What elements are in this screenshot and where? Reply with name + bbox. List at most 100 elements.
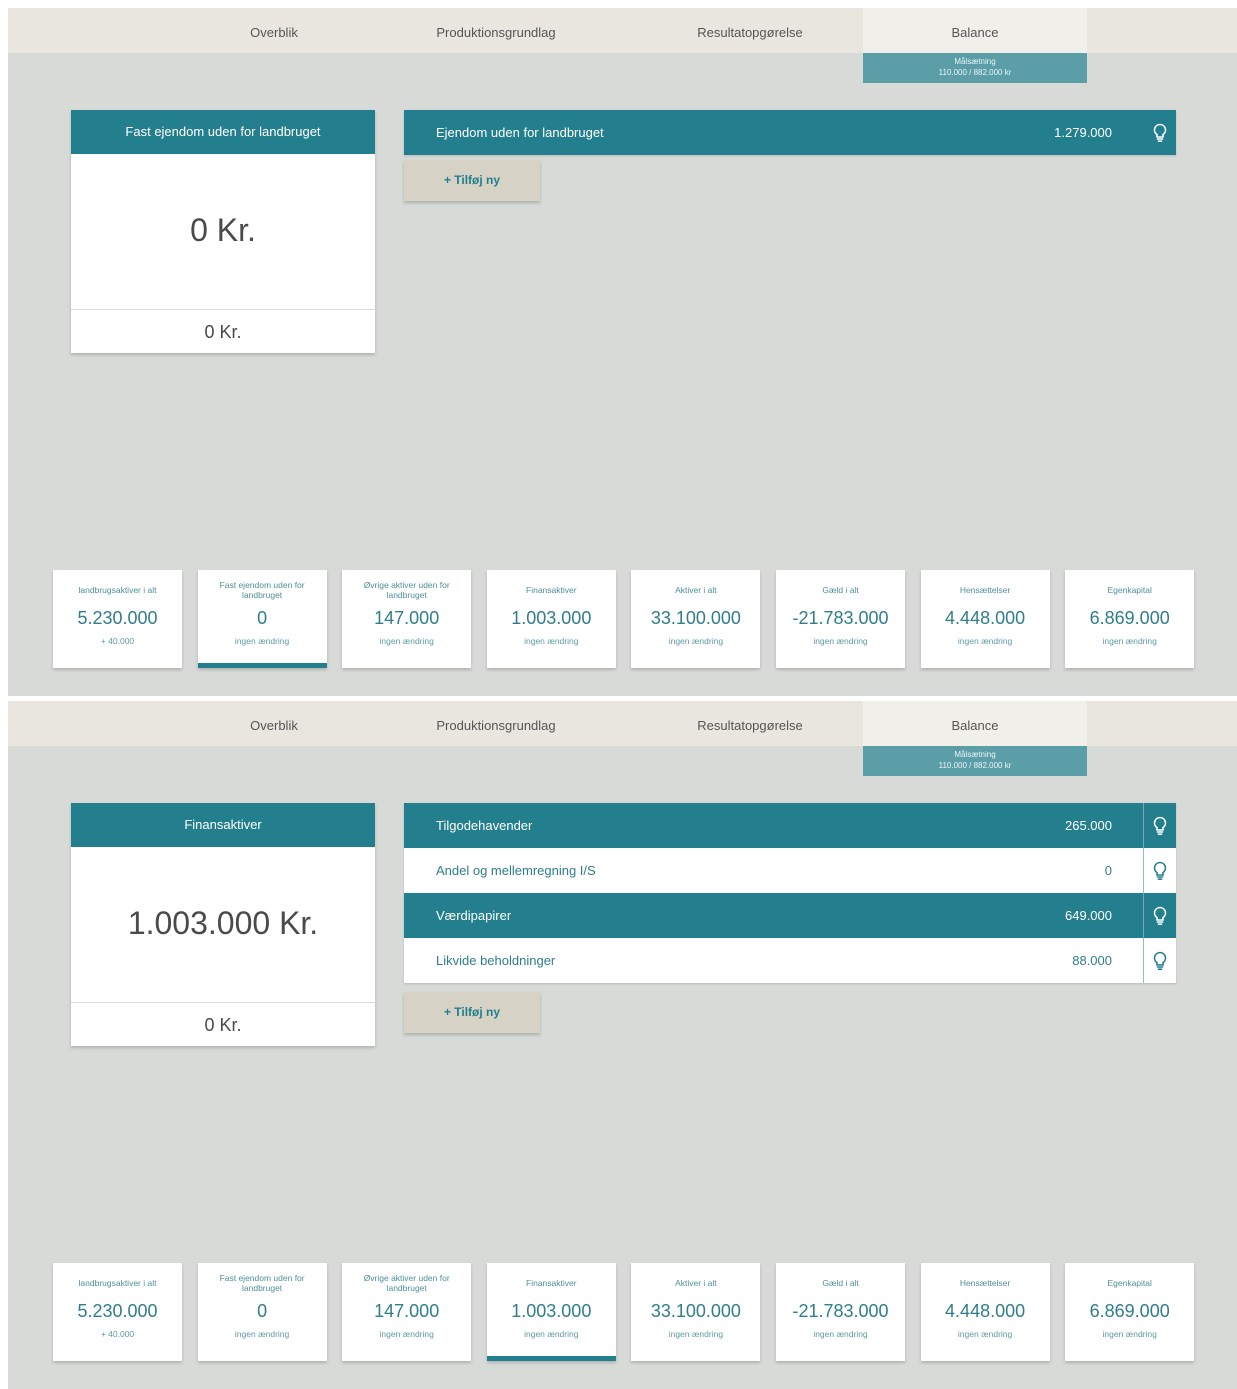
- kpi-strip: landbrugsaktiver i alt 5.230.000 + 40.000 F…: [53, 570, 1195, 668]
- kpi-value: 5.230.000: [77, 608, 158, 628]
- kpi-label: landbrugsaktiver i alt: [78, 585, 157, 595]
- kpi-card[interactable]: Fast ejendom uden for landbruget 0 ingen æ…: [197, 570, 327, 668]
- kpi-active-indicator: [486, 1356, 616, 1361]
- kpi-label: Hensættelser: [959, 1278, 1011, 1288]
- asset-row[interactable]: Tilgodehavender 265.000: [404, 803, 1176, 848]
- kpi-card[interactable]: Øvrige aktiver uden for landbruget 147.00…: [342, 570, 472, 668]
- kpi-change: ingen ændring: [813, 1329, 868, 1339]
- kpi-card[interactable]: Gæld i alt -21.783.000 ingen ændring: [776, 570, 905, 668]
- lightbulb-icon[interactable]: [1143, 938, 1176, 983]
- kpi-card[interactable]: Egenkapital 6.869.000 ingen ændring: [1065, 1263, 1195, 1361]
- kpi-change: ingen ændring: [957, 636, 1013, 646]
- kpi-change: + 40.000: [100, 1329, 135, 1339]
- lightbulb-icon[interactable]: [1143, 110, 1176, 155]
- summary-footer: 0 Kr.: [71, 309, 375, 353]
- summary-footer: 0 Kr.: [71, 1002, 375, 1046]
- tab-produktionsgrundlag[interactable]: Produktionsgrundlag: [404, 701, 588, 746]
- kpi-change: ingen ændring: [1102, 636, 1157, 646]
- tab-resultatopgorelse[interactable]: Resultatopgørelse: [658, 701, 842, 746]
- kpi-card[interactable]: Øvrige aktiver uden for landbruget 147.00…: [342, 1263, 472, 1361]
- kpi-card[interactable]: landbrugsaktiver i alt 5.230.000 + 40.000: [53, 1263, 182, 1361]
- tab-bar: Overblik Produktionsgrundlag Resultatopg…: [8, 701, 1237, 746]
- goal-title: Målsætning: [954, 57, 996, 66]
- kpi-value: 1.003.000: [511, 608, 592, 628]
- kpi-card[interactable]: Gæld i alt -21.783.000 ingen ændring: [776, 1263, 905, 1361]
- asset-list: Ejendom uden for landbruget 1.279.000 + …: [404, 110, 1176, 201]
- kpi-value: 4.448.000: [945, 1301, 1026, 1321]
- kpi-value: 147.000: [374, 1301, 440, 1321]
- kpi-card[interactable]: Hensættelser 4.448.000 ingen ændring: [920, 1263, 1050, 1361]
- kpi-label: Fast ejendom uden for landbruget: [219, 1273, 305, 1293]
- asset-row-label: Likvide beholdninger: [436, 953, 556, 968]
- kpi-card[interactable]: Finansaktiver 1.003.000 ingen ændring: [486, 570, 616, 668]
- kpi-change: ingen ændring: [234, 1329, 290, 1339]
- kpi-value: -21.783.000: [792, 1301, 889, 1321]
- kpi-card[interactable]: landbrugsaktiver i alt 5.230.000 + 40.000: [53, 570, 182, 668]
- kpi-value: 1.003.000: [511, 1301, 592, 1321]
- balance-panel-2: Overblik Produktionsgrundlag Resultatopg…: [8, 701, 1237, 1389]
- kpi-change: ingen ændring: [813, 636, 868, 646]
- goal-badge: Målsætning 110.000 / 882.000 kr: [863, 53, 1087, 83]
- asset-row-amount: 265.000: [1065, 818, 1112, 833]
- kpi-value: 6.869.000: [1089, 608, 1170, 628]
- kpi-label: Øvrige aktiver uden for landbruget: [363, 580, 450, 600]
- summary-title: Fast ejendom uden for landbruget: [71, 110, 375, 154]
- summary-value: 1.003.000 Kr.: [127, 905, 319, 941]
- kpi-change: ingen ændring: [957, 1329, 1013, 1339]
- lightbulb-icon[interactable]: [1143, 893, 1176, 938]
- kpi-label: Øvrige aktiver uden for landbruget: [363, 1273, 450, 1293]
- kpi-label: Fast ejendom uden for landbruget: [219, 580, 305, 600]
- kpi-label: Finansaktiver: [526, 1278, 577, 1288]
- asset-row-label: Tilgodehavender: [436, 818, 533, 833]
- kpi-value: 0: [257, 608, 268, 628]
- kpi-card[interactable]: Hensættelser 4.448.000 ingen ændring: [920, 570, 1050, 668]
- asset-row-amount: 0: [1104, 863, 1112, 878]
- tab-overblik[interactable]: Overblik: [188, 701, 360, 746]
- kpi-card[interactable]: Aktiver i alt 33.100.000 ingen ændring: [631, 1263, 761, 1361]
- asset-row-amount: 649.000: [1065, 908, 1112, 923]
- add-new-button[interactable]: + Tilføj ny: [404, 160, 540, 201]
- kpi-strip: landbrugsaktiver i alt 5.230.000 + 40.000 F…: [53, 1263, 1195, 1361]
- summary-value: 0 Kr.: [190, 212, 256, 248]
- kpi-value: 147.000: [374, 608, 440, 628]
- kpi-card[interactable]: Fast ejendom uden for landbruget 0 ingen æ…: [197, 1263, 327, 1361]
- asset-row[interactable]: Ejendom uden for landbruget 1.279.000: [404, 110, 1176, 155]
- kpi-change: + 40.000: [100, 636, 135, 646]
- tab-resultatopgorelse[interactable]: Resultatopgørelse: [658, 8, 842, 53]
- asset-row-amount: 88.000: [1072, 953, 1112, 968]
- tab-balance[interactable]: Balance: [863, 8, 1087, 53]
- kpi-value: 4.448.000: [945, 608, 1026, 628]
- tab-balance[interactable]: Balance: [863, 701, 1087, 746]
- kpi-label: Egenkapital: [1107, 1278, 1152, 1288]
- asset-row-label: Andel og mellemregning I/S: [436, 863, 596, 878]
- kpi-value: 33.100.000: [650, 608, 741, 628]
- asset-row[interactable]: Likvide beholdninger 88.000: [404, 938, 1176, 983]
- asset-row-label: Ejendom uden for landbruget: [436, 125, 604, 140]
- kpi-label: Finansaktiver: [526, 585, 577, 595]
- add-new-button[interactable]: + Tilføj ny: [404, 992, 540, 1033]
- tab-overblik[interactable]: Overblik: [188, 8, 360, 53]
- kpi-change: ingen ændring: [524, 1329, 579, 1339]
- lightbulb-icon[interactable]: [1143, 848, 1176, 893]
- kpi-label: landbrugsaktiver i alt: [78, 1278, 157, 1288]
- tab-produktionsgrundlag[interactable]: Produktionsgrundlag: [404, 8, 588, 53]
- lightbulb-icon[interactable]: [1143, 803, 1176, 848]
- kpi-card[interactable]: Aktiver i alt 33.100.000 ingen ændring: [631, 570, 761, 668]
- kpi-change: ingen ændring: [524, 636, 579, 646]
- kpi-change: ingen ændring: [234, 636, 290, 646]
- goal-value: 110.000 / 882.000 kr: [938, 68, 1012, 77]
- asset-row[interactable]: Værdipapirer 649.000: [404, 893, 1176, 938]
- asset-row[interactable]: Andel og mellemregning I/S 0: [404, 848, 1176, 893]
- kpi-change: ingen ændring: [1102, 1329, 1157, 1339]
- kpi-label: Gæld i alt: [822, 1278, 859, 1288]
- kpi-card[interactable]: Egenkapital 6.869.000 ingen ændring: [1065, 570, 1195, 668]
- kpi-card[interactable]: Finansaktiver 1.003.000 ingen ændring: [486, 1263, 616, 1361]
- kpi-value: 6.869.000: [1089, 1301, 1170, 1321]
- kpi-label: Aktiver i alt: [675, 1278, 717, 1288]
- goal-badge: Målsætning 110.000 / 882.000 kr: [863, 746, 1087, 776]
- balance-panel-1: Overblik Produktionsgrundlag Resultatopg…: [8, 8, 1237, 696]
- kpi-value: 33.100.000: [650, 1301, 741, 1321]
- goal-value: 110.000 / 882.000 kr: [938, 761, 1012, 770]
- kpi-change: ingen ændring: [668, 636, 724, 646]
- asset-row-label: Værdipapirer: [436, 908, 512, 923]
